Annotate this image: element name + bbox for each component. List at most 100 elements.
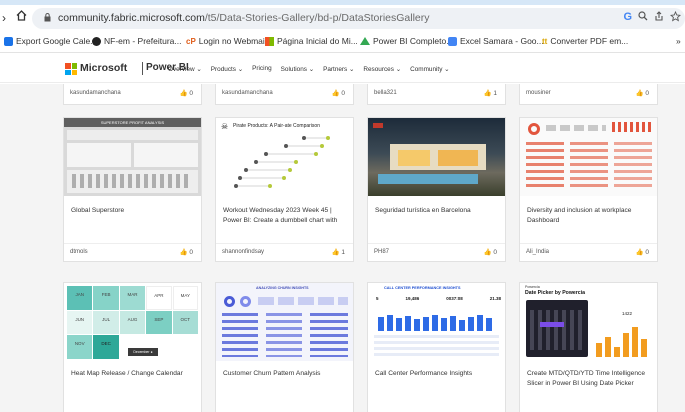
bookmark-2[interactable]: cP Login no Webmail xyxy=(186,36,267,46)
heatmap-cell: JUN xyxy=(67,310,93,335)
url-field[interactable]: community.fabric.microsoft.com/t5/Data-S… xyxy=(32,8,685,29)
card-thumbnail[interactable]: JAN FEB MAR APR MAY JUN JUL AUG SEP OCT … xyxy=(64,283,201,361)
kpi-value: 0037:08 xyxy=(446,296,463,301)
thumbs-up-icon: 👍 xyxy=(635,249,644,256)
like-value: 0 xyxy=(645,249,649,256)
like-count[interactable]: 👍 1 xyxy=(483,89,497,97)
calendar-icon xyxy=(4,36,13,46)
card-thumbnail[interactable]: SUPERSTORE PROFIT ANALYSIS xyxy=(64,118,201,196)
thumb-heading: SUPERSTORE PROFIT ANALYSIS xyxy=(64,118,201,127)
gallery-card[interactable]: SUPERSTORE PROFIT ANALYSIS Global Supers… xyxy=(63,117,202,262)
bookmark-5[interactable]: Excel Samara - Goo... xyxy=(448,36,544,46)
skull-icon: ☠ xyxy=(221,122,229,131)
gallery-card[interactable]: JAN FEB MAR APR MAY JUN JUL AUG SEP OCT … xyxy=(63,282,202,412)
home-icon[interactable] xyxy=(16,10,27,24)
card-thumbnail[interactable]: CALL CENTER PERFORMANCE INSIGHTS 5 19,48… xyxy=(368,283,505,361)
card-title[interactable]: Customer Churn Pattern Analysis xyxy=(223,369,347,379)
gallery-card[interactable]: bella321 👍 1 xyxy=(367,84,506,105)
card-footer: kasundamanchana 👍 0 xyxy=(64,85,201,105)
card-author[interactable]: mousiner xyxy=(526,90,551,96)
gallery-card[interactable]: mousiner 👍 0 xyxy=(519,84,658,105)
menu-pricing[interactable]: Pricing xyxy=(252,65,272,73)
card-author[interactable]: Ali_India xyxy=(526,249,549,255)
card-author[interactable]: shannonfindsay xyxy=(222,249,264,255)
thumb-bars xyxy=(526,142,564,190)
heatmap-cell: APR xyxy=(146,286,172,310)
cp-icon: cP xyxy=(186,36,196,46)
card-author[interactable]: kasundamanchana xyxy=(222,90,273,96)
like-count[interactable]: 👍 0 xyxy=(331,89,345,97)
brand-name[interactable]: Microsoft xyxy=(80,62,127,74)
thumb-bars xyxy=(614,142,652,190)
card-title[interactable]: Workout Wednesday 2023 Week 45 | Power B… xyxy=(223,206,347,226)
menu-resources[interactable]: Resources ⌄ xyxy=(363,65,401,73)
menu-products[interactable]: Products ⌄ xyxy=(211,65,243,73)
bookmarks-overflow[interactable]: » xyxy=(676,36,681,46)
drive-icon xyxy=(360,37,370,45)
card-title[interactable]: Diversity and inclusion at workplace Das… xyxy=(527,206,651,226)
thumb-bars xyxy=(612,122,652,132)
card-thumbnail[interactable]: Powercia Date Picker by Powercia 1422 xyxy=(520,283,657,361)
bookmark-1[interactable]: NF-em - Prefeitura... xyxy=(92,36,181,46)
bookmark-label: Converter PDF em... xyxy=(550,36,629,46)
gallery-card[interactable]: Diversity and inclusion at workplace Das… xyxy=(519,117,658,262)
menu-partners[interactable]: Partners ⌄ xyxy=(323,65,354,73)
heatmap-cell: AUG xyxy=(119,310,146,335)
address-actions: G xyxy=(623,10,682,25)
like-count[interactable]: 👍 0 xyxy=(179,248,193,256)
forward-icon[interactable]: › xyxy=(2,11,6,25)
like-count[interactable]: 👍 1 xyxy=(331,248,345,256)
like-count[interactable]: 👍 0 xyxy=(179,89,193,97)
site-menu: Overview ⌄ Products ⌄ Pricing Solutions … xyxy=(168,65,459,73)
microsoft-icon xyxy=(265,36,274,46)
like-count[interactable]: 👍 0 xyxy=(635,248,649,256)
heatmap-cell: FEB xyxy=(93,286,119,310)
gallery-card[interactable]: Powercia Date Picker by Powercia 1422 Cr… xyxy=(519,282,658,412)
calendar-selection xyxy=(540,322,564,327)
gallery-card[interactable]: kasundamanchana 👍 0 xyxy=(63,84,202,105)
url-path: /t5/Data-Stories-Gallery/bd-p/DataStorie… xyxy=(204,12,430,24)
bookmark-label: Power BI Completo... xyxy=(373,36,454,46)
card-author[interactable]: kasundamanchana xyxy=(70,90,121,96)
google-lens-icon[interactable]: G xyxy=(623,11,632,25)
card-author[interactable]: dtmols xyxy=(70,249,88,255)
thumb-gauge xyxy=(240,296,251,307)
pdf-icon: tt xyxy=(542,36,548,46)
like-value: 0 xyxy=(341,90,345,97)
like-count[interactable]: 👍 0 xyxy=(483,248,497,256)
bookmark-6[interactable]: tt Converter PDF em... xyxy=(542,36,628,46)
bookmark-label: Export Google Cale... xyxy=(16,36,98,46)
share-icon[interactable] xyxy=(654,11,664,25)
menu-community[interactable]: Community ⌄ xyxy=(410,65,449,73)
like-count[interactable]: 👍 0 xyxy=(635,89,649,97)
gallery-card[interactable]: CALL CENTER PERFORMANCE INSIGHTS 5 19,48… xyxy=(367,282,506,412)
gallery-card[interactable]: Seguridad turística en Barcelona PH87 👍 0 xyxy=(367,117,506,262)
card-title[interactable]: Seguridad turística en Barcelona xyxy=(375,206,499,216)
like-value: 1 xyxy=(493,90,497,97)
bookmark-label: Login no Webmail xyxy=(198,36,267,46)
gallery-card[interactable]: ☠ Pirate Products: A Pair-ate Comparison… xyxy=(215,117,354,262)
card-title[interactable]: Call Center Performance Insights xyxy=(375,369,499,379)
card-thumbnail[interactable] xyxy=(520,118,657,196)
zoom-icon[interactable] xyxy=(638,11,648,25)
card-author[interactable]: bella321 xyxy=(374,90,397,96)
card-title[interactable]: Create MTD/QTD/YTD Time Intelligence Sli… xyxy=(527,369,651,389)
bookmark-star-icon[interactable] xyxy=(669,10,682,25)
bookmark-4[interactable]: Power BI Completo... xyxy=(360,36,453,46)
card-author[interactable]: PH87 xyxy=(374,249,389,255)
card-title[interactable]: Heat Map Release / Change Calendar xyxy=(71,369,195,379)
card-thumbnail[interactable]: ANALYZING CHURN INSIGHTS xyxy=(216,283,353,361)
gallery-card[interactable]: ANALYZING CHURN INSIGHTS Customer Churn … xyxy=(215,282,354,412)
card-thumbnail[interactable] xyxy=(368,118,505,196)
heatmap-cell: JUL xyxy=(93,310,119,335)
thumb-chart-panel xyxy=(134,143,198,167)
thumb-bars xyxy=(570,142,608,190)
menu-overview[interactable]: Overview ⌄ xyxy=(168,65,202,73)
bookmarks-bar: Export Google Cale... NF-em - Prefeitura… xyxy=(0,31,685,53)
card-thumbnail[interactable]: ☠ Pirate Products: A Pair-ate Comparison xyxy=(216,118,353,196)
gallery-card[interactable]: kasundamanchana 👍 0 xyxy=(215,84,354,105)
bookmark-3[interactable]: Página Inicial do Mi... xyxy=(265,36,358,46)
menu-solutions[interactable]: Solutions ⌄ xyxy=(281,65,314,73)
bookmark-0[interactable]: Export Google Cale... xyxy=(4,36,97,46)
card-title[interactable]: Global Superstore xyxy=(71,206,195,216)
